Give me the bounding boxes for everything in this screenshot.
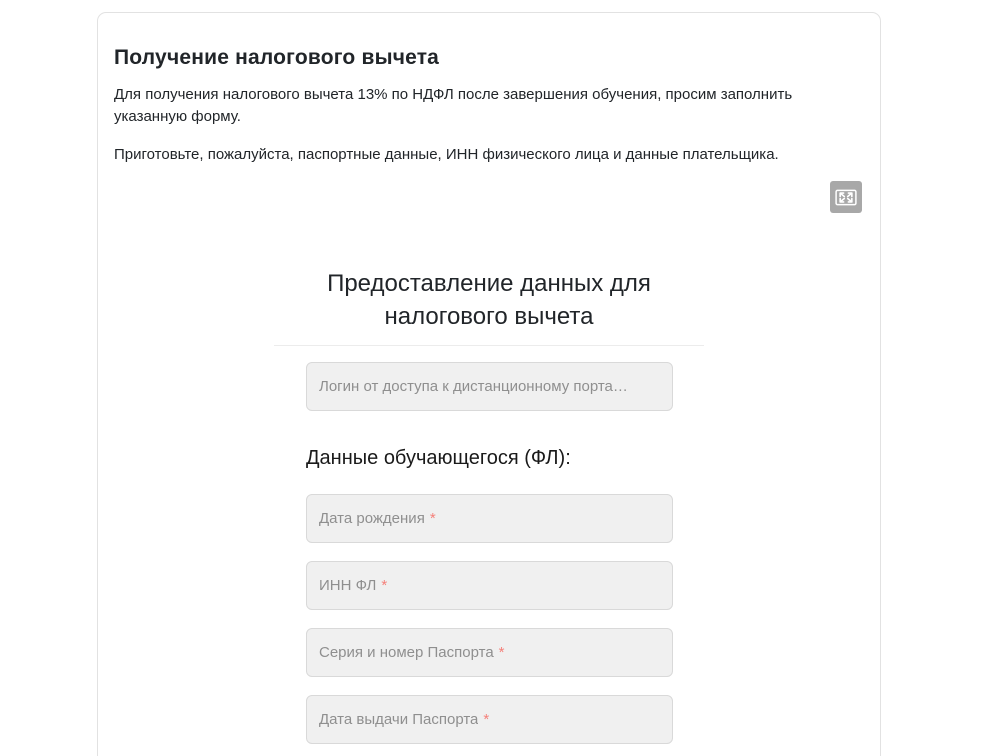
student-data-section-heading: Данные обучающегося (ФЛ): (306, 447, 571, 470)
field-placeholder: Дата выдачи Паспорта (319, 711, 478, 728)
page-title: Получение налогового вычета (114, 46, 439, 70)
fullscreen-expand-icon (835, 189, 857, 206)
field-placeholder: Серия и номер Паспорта (319, 644, 494, 661)
form-title: Предоставление данных для налогового выч… (289, 267, 689, 333)
inn-field[interactable]: ИНН ФЛ * (306, 561, 673, 610)
page: Получение налогового вычета Для получени… (0, 0, 988, 756)
passport-number-field[interactable]: Серия и номер Паспорта * (306, 628, 673, 677)
required-asterisk: * (499, 644, 505, 661)
required-asterisk: * (483, 711, 489, 728)
fullscreen-button[interactable] (830, 181, 862, 213)
required-asterisk: * (381, 577, 387, 594)
birth-date-field[interactable]: Дата рождения * (306, 494, 673, 543)
required-asterisk: * (430, 510, 436, 527)
field-placeholder: Логин от доступа к дистанционному порта… (319, 378, 628, 395)
login-field[interactable]: Логин от доступа к дистанционному порта… (306, 362, 673, 411)
passport-issue-date-field[interactable]: Дата выдачи Паспорта * (306, 695, 673, 744)
content-card: Получение налогового вычета Для получени… (97, 12, 881, 756)
field-placeholder: Дата рождения (319, 510, 425, 527)
field-placeholder: ИНН ФЛ (319, 577, 376, 594)
form-title-divider (274, 345, 704, 346)
intro-paragraph-1: Для получения налогового вычета 13% по Н… (114, 84, 814, 128)
intro-paragraph-2: Приготовьте, пожалуйста, паспортные данн… (114, 144, 854, 166)
